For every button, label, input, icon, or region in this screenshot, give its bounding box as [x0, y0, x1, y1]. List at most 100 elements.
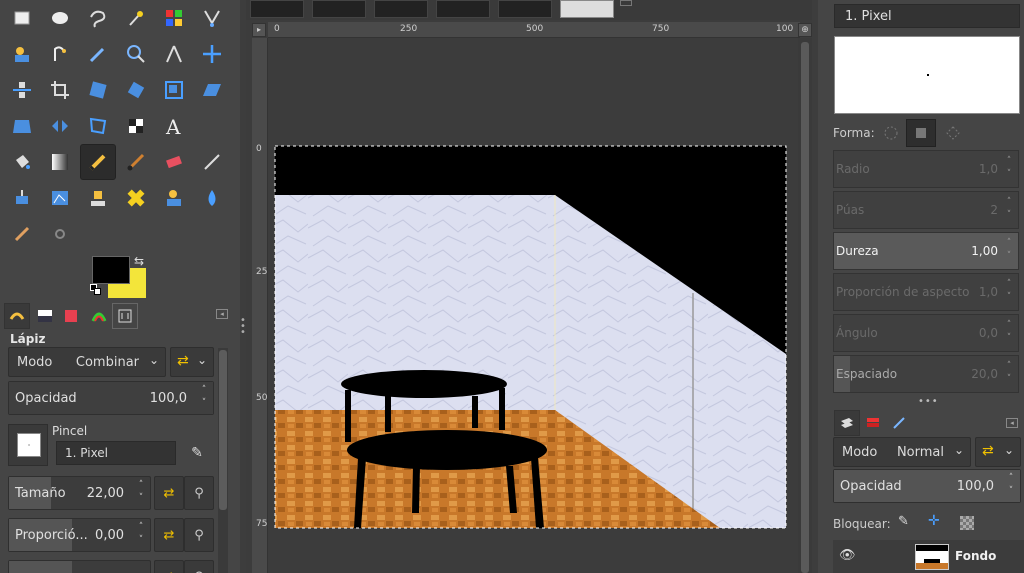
aspect-ratio-field[interactable]: Proporción de aspecto 1,0 ˄ ˅	[833, 273, 1019, 311]
canvas-area[interactable]	[268, 38, 794, 573]
image-canvas[interactable]	[268, 38, 794, 573]
rect-select-icon[interactable]	[4, 0, 40, 36]
device-status-tab-icon[interactable]	[32, 303, 58, 329]
dock-menu-icon[interactable]: ◂	[216, 309, 228, 319]
layer-mode-combo[interactable]: Modo Normal ⌄	[833, 437, 971, 467]
angle-slider[interactable]	[8, 560, 151, 573]
spacing-field[interactable]: Espaciado 20,0 ˄ ˅	[833, 355, 1019, 393]
flip-icon[interactable]	[42, 108, 78, 144]
hardness-field[interactable]: Dureza 1,00 ˄ ˅	[833, 232, 1019, 270]
radius-field[interactable]: Radio 1,0 ˄ ˅	[833, 150, 1019, 188]
size-link-icon[interactable]: ⚲	[184, 476, 214, 510]
image-tab-4[interactable]	[436, 0, 490, 18]
paths-tab-icon[interactable]	[886, 410, 912, 436]
perspective-icon[interactable]	[4, 108, 40, 144]
shape-circle-icon[interactable]	[876, 119, 906, 147]
smudge-icon[interactable]	[4, 216, 40, 252]
layers-tab-icon[interactable]	[834, 410, 860, 436]
size-spinner[interactable]: ˄ ˅	[134, 479, 148, 507]
brush-name-field[interactable]: 1. Pixel	[56, 441, 176, 465]
angle-link-icon[interactable]: ⚲	[184, 560, 214, 573]
spikes-field[interactable]: Púas 2 ˄ ˅	[833, 191, 1019, 229]
alignment-icon[interactable]	[4, 72, 40, 108]
scale-icon[interactable]	[156, 72, 192, 108]
edit-brush-icon[interactable]: ✎	[184, 441, 210, 465]
dock-grip-icon[interactable]: •••	[918, 396, 939, 407]
perspective-clone-icon[interactable]	[156, 180, 192, 216]
pencil-icon[interactable]	[80, 144, 116, 180]
radius-spinner[interactable]: ˄ ˅	[1002, 155, 1016, 183]
handle-transform-icon[interactable]	[194, 108, 230, 144]
text-icon[interactable]: A	[156, 108, 192, 144]
opacity-spinner[interactable]: ˄ ˅	[197, 384, 211, 412]
zoom-to-fit-icon[interactable]: ⊕	[798, 23, 812, 37]
eraser-icon[interactable]	[156, 144, 192, 180]
aspect-ratio-spinner[interactable]: ˄ ˅	[1002, 278, 1016, 306]
foreground-select-icon[interactable]	[4, 36, 40, 72]
opacity-slider[interactable]: Opacidad 100,0 ˄ ˅	[8, 381, 214, 415]
spikes-spinner[interactable]: ˄ ˅	[1002, 196, 1016, 224]
images-tab-icon[interactable]	[112, 303, 138, 329]
reset-colors-icon[interactable]	[90, 284, 102, 296]
tab-menu-icon[interactable]	[620, 0, 632, 6]
scissors-select-icon[interactable]	[194, 0, 230, 36]
shape-diamond-icon[interactable]	[938, 119, 968, 147]
blur-sharpen-icon[interactable]	[194, 180, 230, 216]
measure-icon[interactable]	[156, 36, 192, 72]
image-tab-2[interactable]	[312, 0, 366, 18]
hardness-spinner[interactable]: ˄ ˅	[1002, 237, 1016, 265]
airbrush-icon[interactable]	[194, 144, 230, 180]
unified-transform-icon[interactable]	[80, 72, 116, 108]
select-by-color-icon[interactable]	[156, 0, 192, 36]
canvas-vertical-scrollbar[interactable]	[798, 38, 812, 573]
lock-position-icon[interactable]: ✛	[928, 513, 940, 529]
crop-icon[interactable]	[42, 72, 78, 108]
free-select-icon[interactable]	[80, 0, 116, 36]
mypaint-brush-icon[interactable]	[42, 180, 78, 216]
fuzzy-select-icon[interactable]	[118, 0, 154, 36]
paintbrush-icon[interactable]	[118, 144, 154, 180]
tool-options-tab-icon[interactable]	[4, 303, 30, 329]
swap-colors-icon[interactable]: ⇆	[134, 254, 144, 268]
angle-spinner[interactable]: ˄ ˅	[1002, 319, 1016, 347]
channels-tab-icon[interactable]	[860, 410, 886, 436]
mode-combo[interactable]: Modo Combinar ⌄	[8, 347, 166, 377]
zoom-icon[interactable]	[118, 36, 154, 72]
colors-tab-icon[interactable]	[86, 303, 112, 329]
lock-pixels-icon[interactable]: ✎	[898, 514, 909, 529]
angle-field[interactable]: Ángulo 0,0 ˄ ˅	[833, 314, 1019, 352]
angle-reset-icon[interactable]: ⇄	[154, 560, 184, 573]
ink-icon[interactable]	[4, 180, 40, 216]
dock-menu-icon[interactable]: ◂	[1006, 418, 1018, 428]
layer-opacity-spinner[interactable]: ˄ ˅	[1004, 472, 1018, 500]
image-tab-active[interactable]	[560, 0, 614, 18]
paths-icon[interactable]	[42, 36, 78, 72]
ratio-link-icon[interactable]: ⚲	[184, 518, 214, 552]
size-reset-icon[interactable]: ⇄	[154, 476, 184, 510]
image-tab-1[interactable]	[250, 0, 304, 18]
warp-transform-icon[interactable]	[118, 108, 154, 144]
canvas-scroll-thumb[interactable]	[801, 42, 809, 573]
layer-composite-combo[interactable]: ⇄ ⌄	[975, 437, 1021, 467]
tool-options-scroll-thumb[interactable]	[219, 350, 227, 510]
cage-transform-icon[interactable]	[80, 108, 116, 144]
spacing-spinner[interactable]: ˄ ˅	[1002, 360, 1016, 388]
layer-opacity-slider[interactable]: Opacidad 100,0 ˄ ˅	[833, 469, 1021, 503]
ratio-spinner[interactable]: ˄ ˅	[134, 521, 148, 549]
rotate-icon[interactable]	[118, 72, 154, 108]
mode-extra-combo[interactable]: ⇄ ⌄	[170, 347, 214, 377]
visibility-eye-icon[interactable]: 👁	[839, 548, 856, 563]
image-tab-5[interactable]	[498, 0, 552, 18]
gradient-icon[interactable]	[42, 144, 78, 180]
tool-options-scrollbar[interactable]	[218, 348, 228, 573]
image-tab-3[interactable]	[374, 0, 428, 18]
shape-square-icon[interactable]	[906, 119, 936, 147]
ratio-reset-icon[interactable]: ⇄	[154, 518, 184, 552]
quick-mask-toggle-icon[interactable]: ▸	[252, 23, 266, 37]
dodge-burn-icon[interactable]	[42, 216, 78, 252]
lock-alpha-icon[interactable]	[960, 516, 974, 530]
layer-row[interactable]: 👁 Fondo	[833, 540, 1024, 573]
move-icon[interactable]	[194, 36, 230, 72]
brush-preview-button[interactable]: ·	[8, 424, 48, 466]
clone-icon[interactable]	[80, 180, 116, 216]
